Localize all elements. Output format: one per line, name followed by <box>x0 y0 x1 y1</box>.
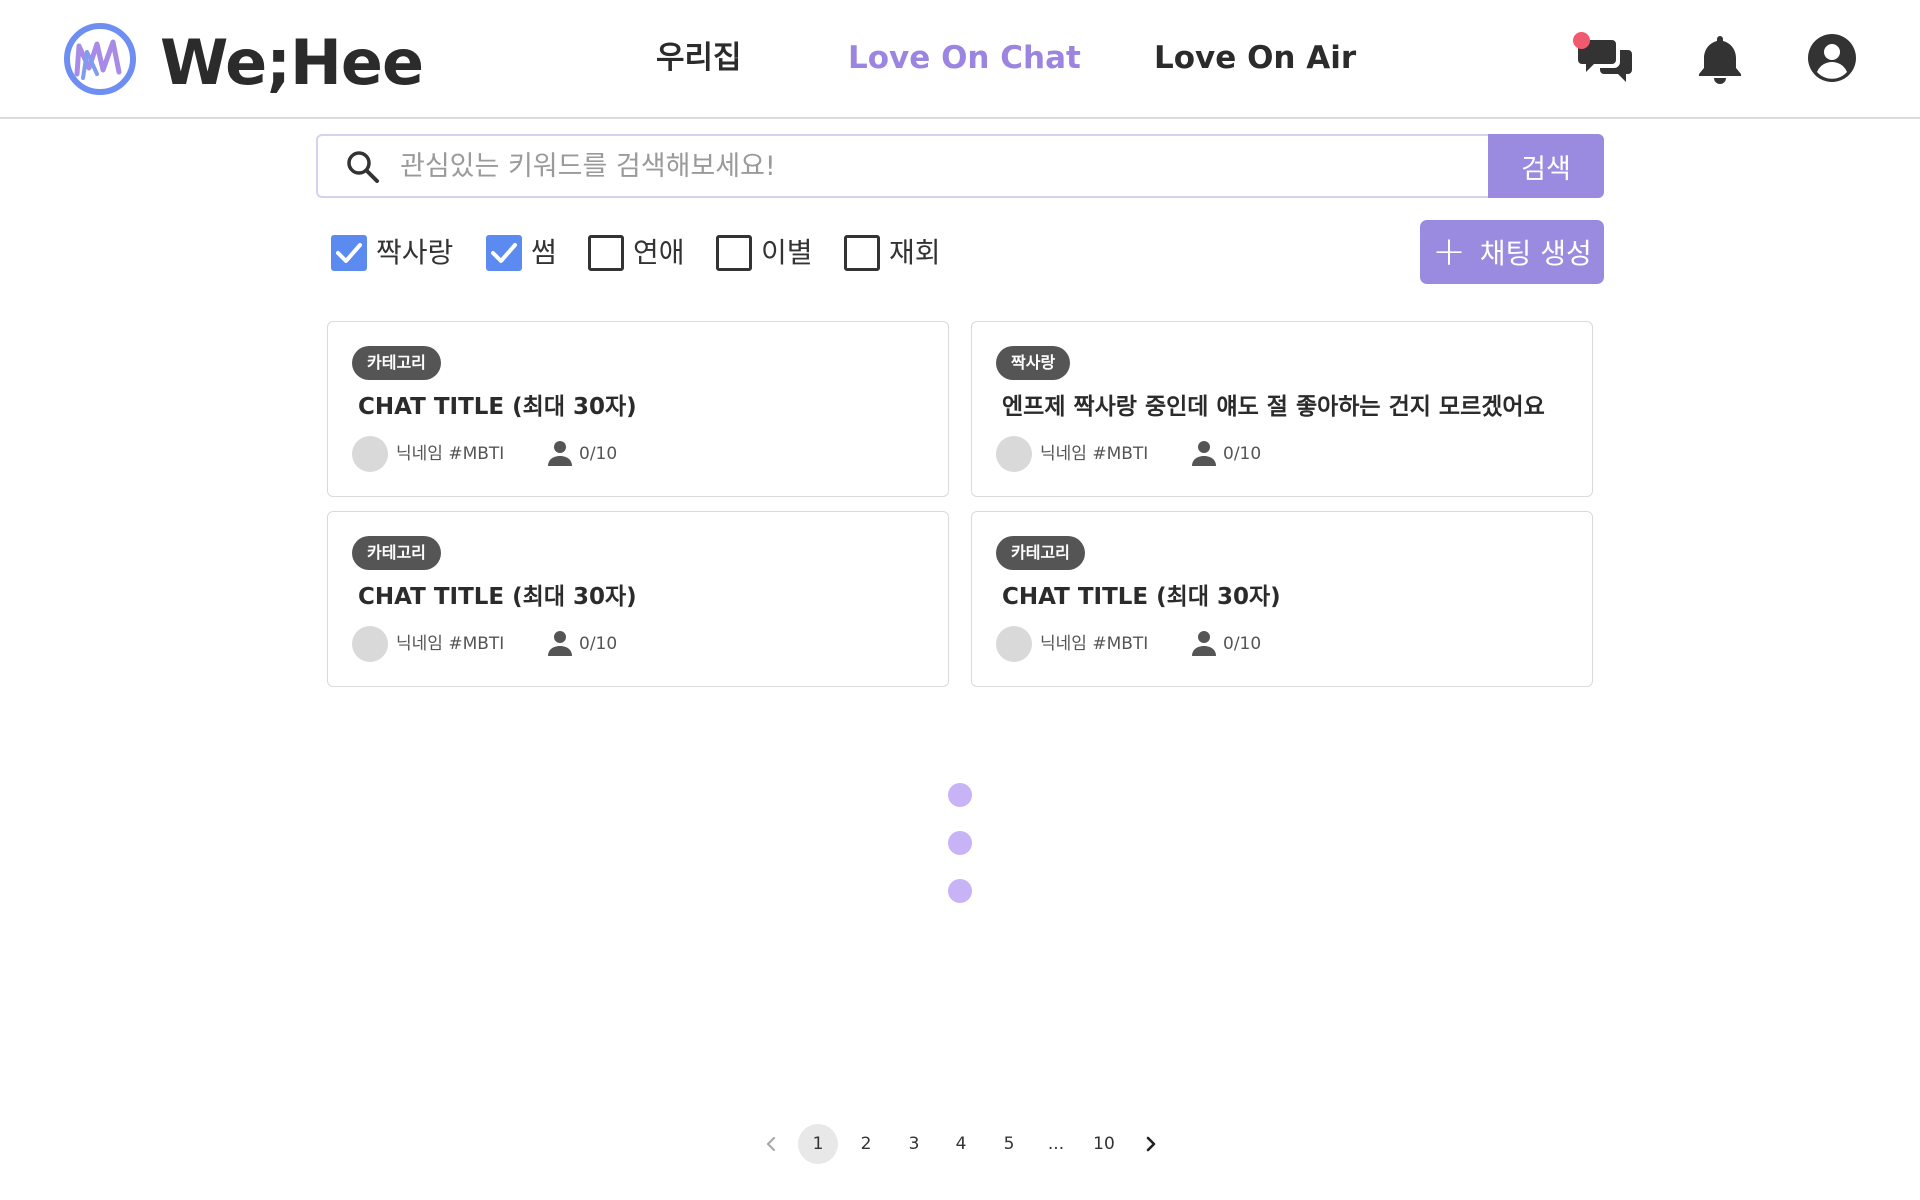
pagination-next-button[interactable] <box>1131 1124 1171 1164</box>
chevron-left-icon <box>766 1136 776 1152</box>
person-icon <box>548 631 572 656</box>
loading-dot <box>948 831 972 855</box>
chat-title: 엔프제 짝사랑 중인데 얘도 절 좋아하는 건지 모르겠어요 <box>1002 394 1545 420</box>
participant-count: 0/10 <box>1223 634 1262 654</box>
pagination-ellipsis: ... <box>1047 1134 1065 1154</box>
category-badge: 카테고리 <box>996 536 1085 570</box>
filter-some[interactable]: 썸 <box>486 233 557 273</box>
filter-label: 이별 <box>761 236 813 269</box>
participant-count: 0/10 <box>579 444 618 464</box>
create-chat-button[interactable]: + 채팅 생성 <box>1420 220 1604 284</box>
filter-label: 연애 <box>633 236 685 269</box>
category-badge: 카테고리 <box>352 346 441 380</box>
notification-dot <box>1573 32 1590 49</box>
nav-item-love-on-air[interactable]: Love On Air <box>1154 38 1356 78</box>
filter-label: 짝사랑 <box>376 236 454 269</box>
account-icon[interactable] <box>1806 32 1858 84</box>
plus-icon: + <box>1432 229 1466 275</box>
participant-count: 0/10 <box>1223 444 1262 464</box>
bell-icon[interactable] <box>1694 32 1746 86</box>
search-input[interactable] <box>400 142 1480 190</box>
chat-card[interactable]: 카테고리 CHAT TITLE (최대 30자) 닉네임 #MBTI 0/10 <box>327 511 949 687</box>
avatar <box>996 436 1032 472</box>
pagination-page-5[interactable]: 5 <box>989 1124 1029 1164</box>
checkmark-icon <box>491 243 517 263</box>
search-icon <box>347 151 379 183</box>
author-nickname: 닉네임 #MBTI <box>396 444 505 464</box>
top-header: We;Hee 우리집 Love On Chat Love On Air <box>0 0 1920 119</box>
loading-dot <box>948 783 972 807</box>
checkmark-icon <box>336 243 362 263</box>
category-badge: 카테고리 <box>352 536 441 570</box>
wehee-logo-icon[interactable] <box>63 22 137 96</box>
filter-crush[interactable]: 짝사랑 <box>331 233 453 273</box>
chat-card[interactable]: 카테고리 CHAT TITLE (최대 30자) 닉네임 #MBTI 0/10 <box>971 511 1593 687</box>
pagination-page-1[interactable]: 1 <box>798 1124 838 1164</box>
avatar <box>996 626 1032 662</box>
loading-dot <box>948 879 972 903</box>
brand-name[interactable]: We;Hee <box>160 26 424 100</box>
search-button[interactable]: 검색 <box>1488 134 1604 198</box>
pagination-page-3[interactable]: 3 <box>894 1124 934 1164</box>
avatar <box>352 436 388 472</box>
category-badge: 짝사랑 <box>996 346 1071 380</box>
chat-title: CHAT TITLE (최대 30자) <box>358 584 637 610</box>
chat-title: CHAT TITLE (최대 30자) <box>358 394 637 420</box>
filter-dating[interactable]: 연애 <box>588 233 685 273</box>
filter-label: 재회 <box>889 236 941 269</box>
checkbox[interactable] <box>844 235 880 271</box>
filter-label: 썸 <box>531 236 557 269</box>
author-nickname: 닉네임 #MBTI <box>396 634 505 654</box>
person-icon <box>1192 441 1216 466</box>
filter-breakup[interactable]: 이별 <box>716 233 813 273</box>
create-chat-label: 채팅 생성 <box>1479 237 1592 270</box>
person-icon <box>548 441 572 466</box>
pagination-page-4[interactable]: 4 <box>941 1124 981 1164</box>
filter-reunion[interactable]: 재회 <box>844 233 941 273</box>
chat-card[interactable]: 짝사랑 엔프제 짝사랑 중인데 얘도 절 좋아하는 건지 모르겠어요 닉네임 #… <box>971 321 1593 497</box>
person-icon <box>1192 631 1216 656</box>
nav-item-love-on-chat[interactable]: Love On Chat <box>848 38 1081 78</box>
author-nickname: 닉네임 #MBTI <box>1040 444 1149 464</box>
avatar <box>352 626 388 662</box>
chat-title: CHAT TITLE (최대 30자) <box>1002 584 1281 610</box>
checkbox[interactable] <box>331 235 367 271</box>
checkbox[interactable] <box>716 235 752 271</box>
pagination-page-2[interactable]: 2 <box>846 1124 886 1164</box>
pagination-prev-button[interactable] <box>751 1124 791 1164</box>
checkbox[interactable] <box>486 235 522 271</box>
author-nickname: 닉네임 #MBTI <box>1040 634 1149 654</box>
chevron-right-icon <box>1146 1136 1156 1152</box>
pagination-page-10[interactable]: 10 <box>1084 1124 1124 1164</box>
nav-item-home[interactable]: 우리집 <box>656 38 742 78</box>
checkbox[interactable] <box>588 235 624 271</box>
participant-count: 0/10 <box>579 634 618 654</box>
chat-card[interactable]: 카테고리 CHAT TITLE (최대 30자) 닉네임 #MBTI 0/10 <box>327 321 949 497</box>
